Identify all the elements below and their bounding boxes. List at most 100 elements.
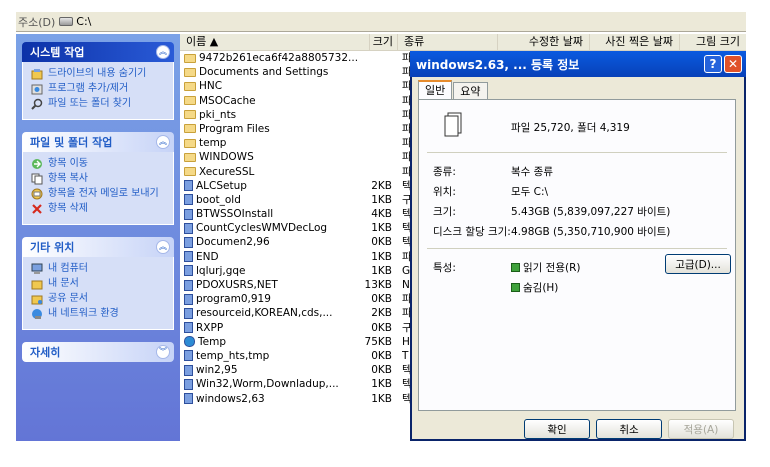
row-size: 4KB bbox=[371, 208, 392, 221]
type-label: 종류: bbox=[433, 166, 456, 178]
row-name-text: Temp bbox=[198, 335, 226, 348]
multiple-files-icon bbox=[444, 112, 462, 137]
row-name: boot_old bbox=[184, 193, 241, 207]
row-name: program0,919 bbox=[184, 292, 271, 306]
file-icon bbox=[184, 378, 193, 390]
file-icon bbox=[184, 293, 193, 305]
cancel-button[interactable]: 취소 bbox=[596, 419, 662, 439]
place-my-documents[interactable]: 내 문서 bbox=[31, 278, 167, 290]
place-label: 내 컴퓨터 bbox=[48, 263, 88, 274]
advanced-button[interactable]: 고급(D)... bbox=[665, 254, 731, 274]
row-name-text: MSOCache bbox=[199, 94, 256, 107]
row-name-text: temp_hts,tmp bbox=[196, 349, 270, 362]
column-size[interactable]: 크기 bbox=[370, 34, 398, 50]
place-shared-documents[interactable]: 공유 문서 bbox=[31, 293, 167, 305]
tab-summary[interactable]: 요약 bbox=[453, 82, 488, 100]
other-places-header[interactable]: 기타 위치 ︽ bbox=[22, 237, 174, 257]
task-label: 항목 삭제 bbox=[48, 203, 88, 214]
collapse-chevron-icon[interactable]: ︽ bbox=[156, 240, 170, 254]
address-input[interactable]: C:\ bbox=[59, 15, 91, 28]
task-pane: 시스템 작업 ︽ 드라이브의 내용 숨기기 프로그램 추가/제거 파일 또는 폴… bbox=[16, 34, 180, 441]
task-hide-drive[interactable]: 드라이브의 내용 숨기기 bbox=[31, 68, 167, 80]
column-dimensions[interactable]: 그림 크기 bbox=[680, 34, 746, 50]
help-button[interactable]: ? bbox=[704, 55, 722, 73]
row-name-text: temp bbox=[199, 137, 227, 150]
row-name: Documen2,96 bbox=[184, 235, 270, 249]
tab-general[interactable]: 일반 bbox=[418, 80, 453, 100]
row-size: 0KB bbox=[371, 349, 392, 362]
column-name[interactable]: 이름 ▲ bbox=[180, 34, 370, 50]
task-delete-item[interactable]: 항목 삭제 bbox=[31, 203, 167, 215]
expand-chevron-icon[interactable]: ︾ bbox=[156, 345, 170, 359]
row-name-text: Win32,Worm,Downladup,... bbox=[196, 378, 339, 391]
collapse-chevron-icon[interactable]: ︽ bbox=[156, 45, 170, 59]
task-label: 프로그램 추가/제거 bbox=[48, 83, 129, 94]
other-places-list: 내 컴퓨터 내 문서 공유 문서 내 네트워크 환경 bbox=[22, 257, 174, 330]
row-name-text: WINDOWS bbox=[199, 151, 254, 164]
type-value: 복수 종류 bbox=[511, 166, 553, 178]
shared-folder-icon bbox=[31, 293, 43, 305]
size-value: 5.43GB (5,839,097,227 바이트) bbox=[511, 206, 671, 218]
folder-icon bbox=[184, 96, 196, 106]
place-label: 내 문서 bbox=[48, 278, 79, 289]
hidden-label: 숨김(H) bbox=[523, 282, 559, 294]
folder-icon bbox=[184, 138, 196, 148]
place-label: 내 네트워크 환경 bbox=[48, 308, 119, 319]
folder-icon bbox=[184, 110, 196, 120]
system-tasks-header[interactable]: 시스템 작업 ︽ bbox=[22, 42, 174, 62]
file-icon bbox=[184, 279, 193, 291]
row-size: 1KB bbox=[371, 250, 392, 263]
file-tasks-header[interactable]: 파일 및 폴더 작업 ︽ bbox=[22, 132, 174, 152]
row-name: Program Files bbox=[184, 122, 270, 136]
task-add-remove-programs[interactable]: 프로그램 추가/제거 bbox=[31, 83, 167, 95]
email-icon bbox=[31, 188, 43, 200]
task-move-item[interactable]: 항목 이동 bbox=[31, 158, 167, 170]
row-name-text: ALCSetup bbox=[196, 179, 247, 192]
row-name: MSOCache bbox=[184, 94, 256, 108]
close-button[interactable]: ✕ bbox=[724, 55, 742, 73]
details-header[interactable]: 자세히 ︾ bbox=[22, 342, 174, 362]
location-value: 모두 C:\ bbox=[511, 186, 549, 198]
divider bbox=[427, 248, 727, 249]
collapse-chevron-icon[interactable]: ︽ bbox=[156, 135, 170, 149]
copy-icon bbox=[31, 173, 43, 185]
location-label: 위치: bbox=[433, 186, 456, 198]
place-my-computer[interactable]: 내 컴퓨터 bbox=[31, 263, 167, 275]
task-copy-item[interactable]: 항목 복사 bbox=[31, 173, 167, 185]
ok-button[interactable]: 확인 bbox=[524, 419, 590, 439]
row-name: XecureSSL bbox=[184, 165, 254, 179]
details-box: 자세히 ︾ bbox=[22, 342, 174, 362]
task-email-item[interactable]: 항목을 전자 메일로 보내기 bbox=[31, 188, 167, 200]
readonly-checkbox[interactable]: 읽기 전용(R) bbox=[511, 260, 580, 275]
search-icon bbox=[31, 98, 43, 110]
checkbox-mixed-icon bbox=[511, 283, 520, 292]
row-name-text: windows2,63 bbox=[196, 392, 265, 405]
row-name: windows2,63 bbox=[184, 392, 265, 406]
place-label: 공유 문서 bbox=[48, 293, 88, 304]
system-tasks-box: 시스템 작업 ︽ 드라이브의 내용 숨기기 프로그램 추가/제거 파일 또는 폴… bbox=[22, 42, 174, 120]
file-count-summary: 파일 25,720, 폴더 4,319 bbox=[511, 122, 630, 134]
row-name: Win32,Worm,Downladup,... bbox=[184, 377, 339, 391]
row-name: WINDOWS bbox=[184, 150, 254, 164]
dialog-tabs: 일반 요약 bbox=[418, 80, 489, 100]
drive-icon bbox=[59, 17, 74, 26]
row-size: 1KB bbox=[371, 392, 392, 405]
place-network[interactable]: 내 네트워크 환경 bbox=[31, 308, 167, 320]
apply-button[interactable]: 적용(A) bbox=[668, 419, 734, 439]
hidden-checkbox[interactable]: 숨김(H) bbox=[511, 280, 558, 295]
task-label: 파일 또는 폴더 찾기 bbox=[48, 98, 132, 109]
column-type[interactable]: 종류 bbox=[398, 34, 498, 50]
dialog-title-bar[interactable]: windows2.63, ... 등록 정보 ? ✕ bbox=[410, 51, 746, 77]
task-search-files[interactable]: 파일 또는 폴더 찾기 bbox=[31, 98, 167, 110]
row-size: 0KB bbox=[371, 293, 392, 306]
row-size: 1KB bbox=[371, 193, 392, 206]
disk-size-label: 디스크 할당 크기: bbox=[433, 226, 511, 238]
row-name: CountCyclesWMVDecLog bbox=[184, 221, 327, 235]
row-name-text: lqlurj,gqe bbox=[196, 264, 246, 277]
row-name-text: Program Files bbox=[199, 122, 270, 135]
column-date-taken[interactable]: 사진 찍은 날짜 bbox=[590, 34, 680, 50]
row-name-text: HNC bbox=[199, 80, 223, 93]
row-name-text: XecureSSL bbox=[199, 165, 255, 178]
task-label: 항목 이동 bbox=[48, 158, 88, 169]
column-modified[interactable]: 수정한 날짜 bbox=[498, 34, 590, 50]
